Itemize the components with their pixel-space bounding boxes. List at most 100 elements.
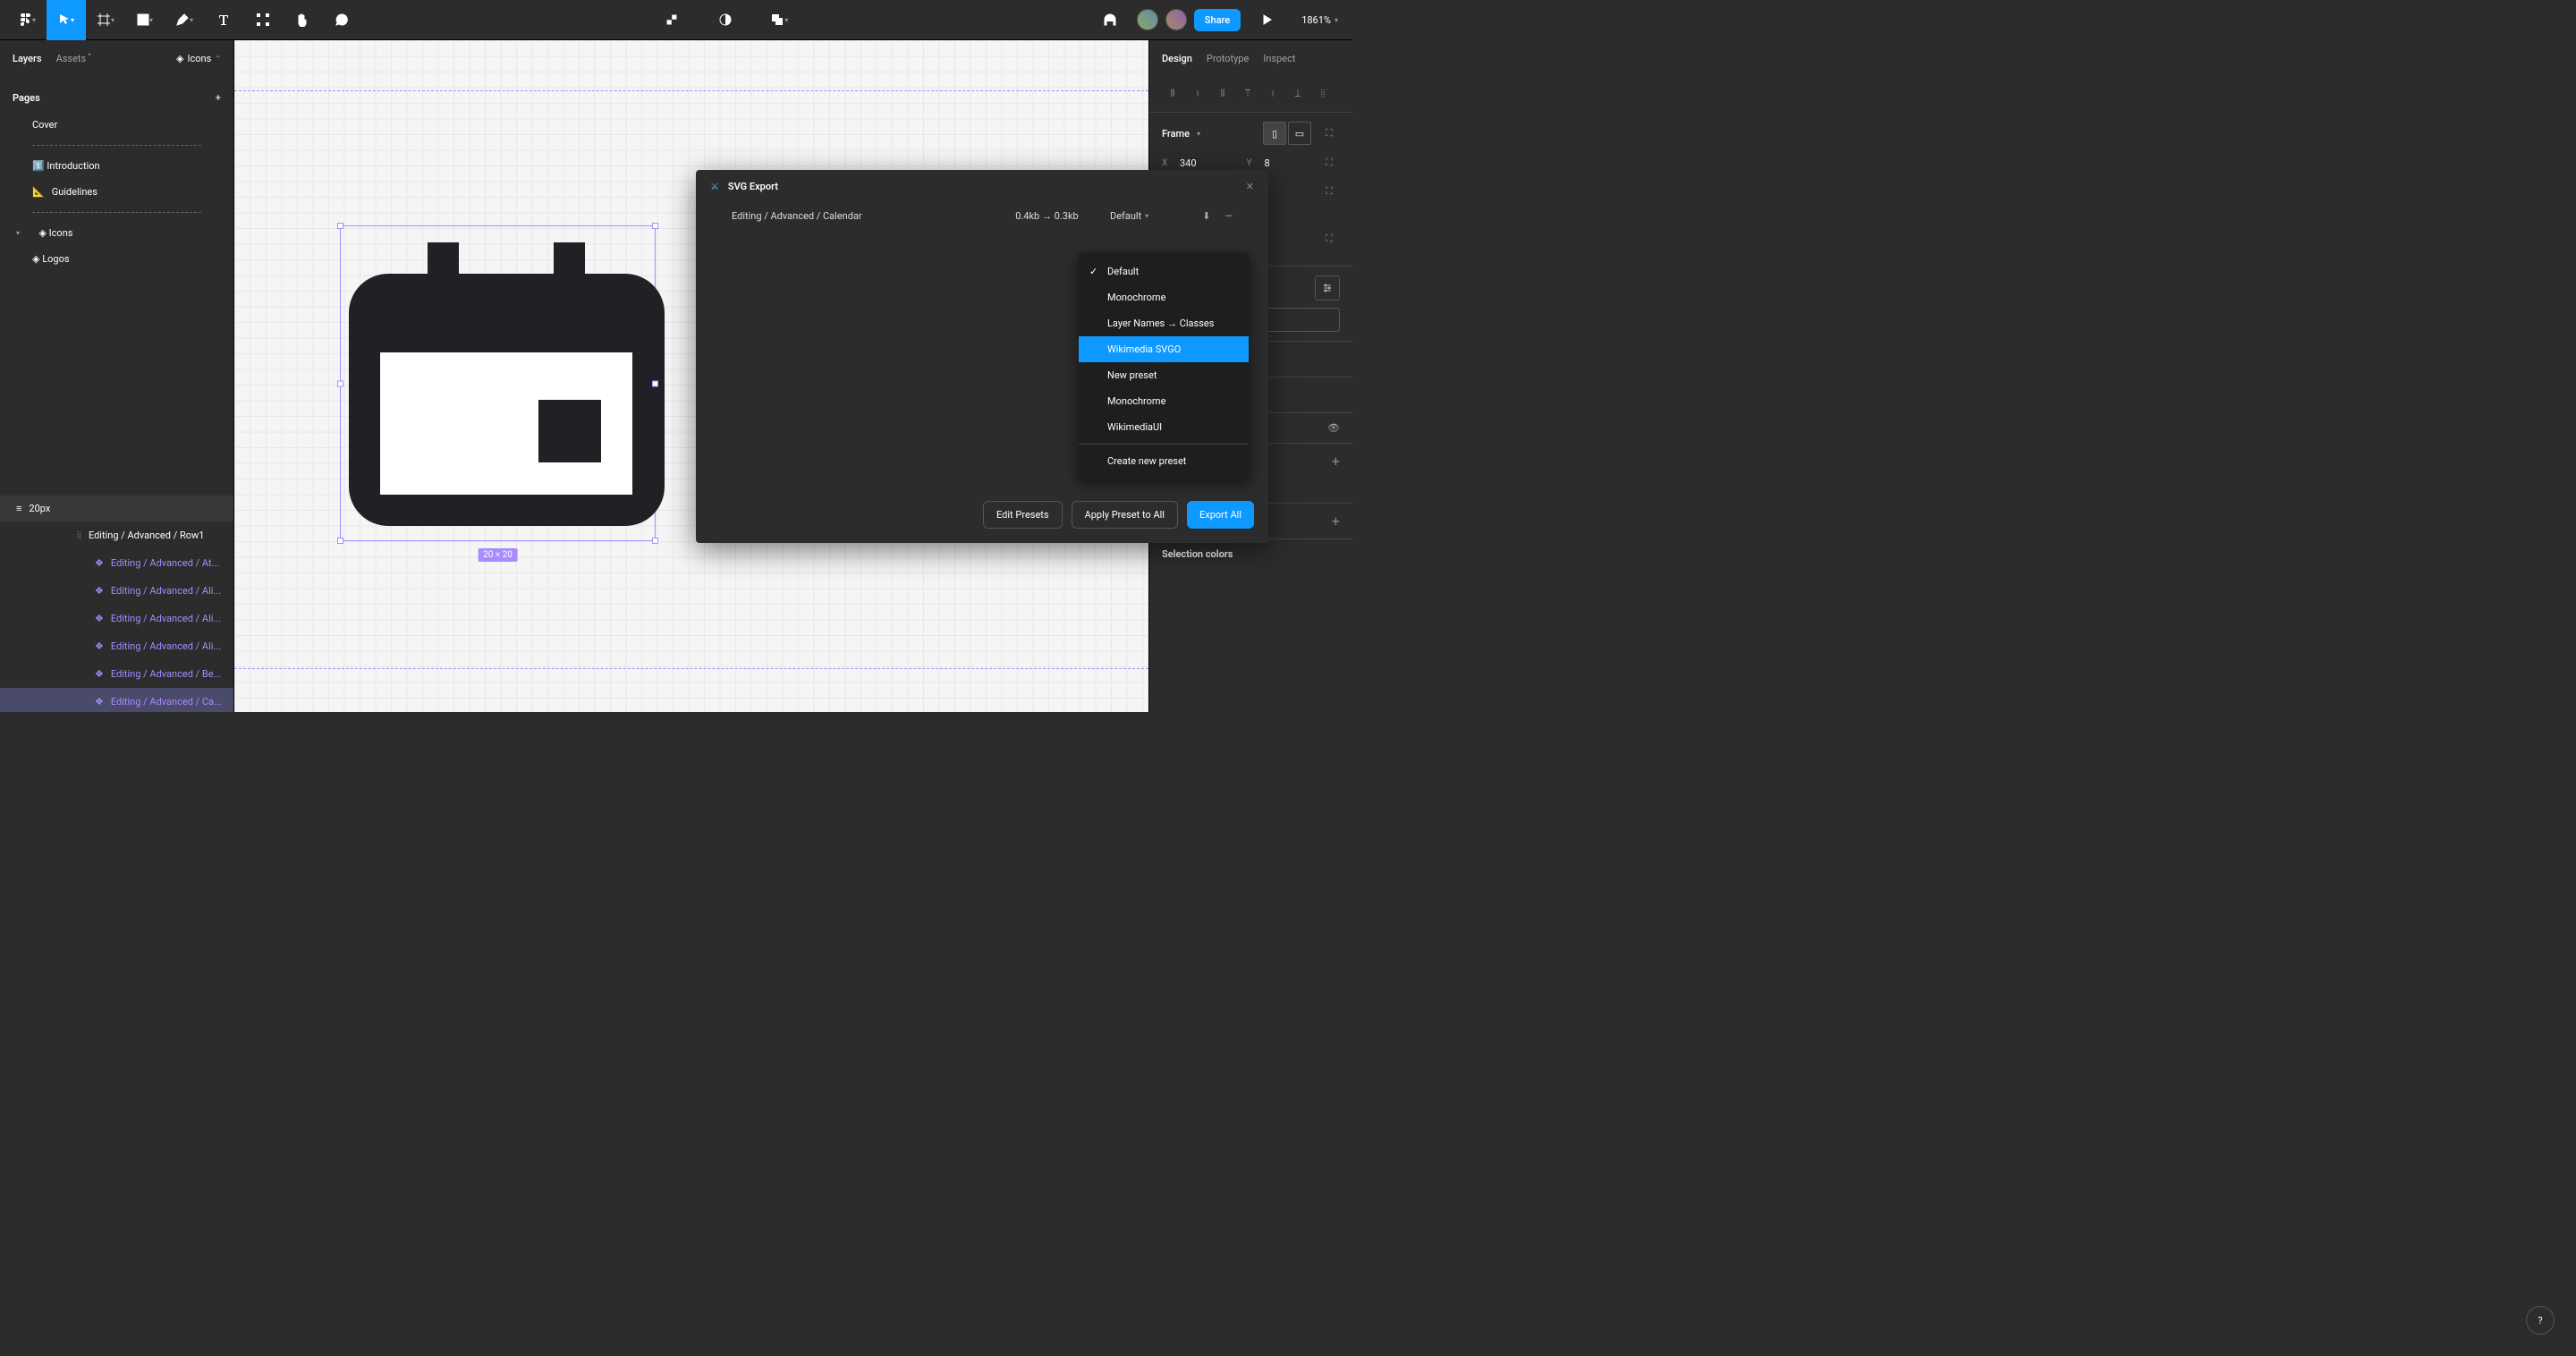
chevron-down-icon: ▾ xyxy=(16,229,20,237)
preset-item-default[interactable]: Default xyxy=(1079,258,1249,284)
tab-prototype[interactable]: Prototype xyxy=(1207,53,1249,64)
export-all-button[interactable]: Export All xyxy=(1187,501,1254,529)
comment-tool-button[interactable] xyxy=(322,0,361,40)
flip-icon[interactable]: ⛶ xyxy=(1318,181,1340,202)
modal-header: ⚔ SVG Export ✕ xyxy=(696,170,1268,203)
tab-design[interactable]: Design xyxy=(1162,53,1192,64)
y-value[interactable]: 8 xyxy=(1265,157,1270,169)
component-icon: ❖ xyxy=(95,696,104,708)
tab-layers[interactable]: Layers xyxy=(13,53,42,64)
layer-row[interactable]: ⦙⦙Editing / Advanced / Row1 xyxy=(0,521,233,549)
align-right-icon[interactable]: ⦀ xyxy=(1212,83,1233,105)
page-icons[interactable]: ▾ ◈ Icons xyxy=(13,220,221,246)
plugin-icon: ⚔ xyxy=(710,181,719,192)
page-selector-label: Icons xyxy=(188,53,212,64)
orientation-landscape-button[interactable]: ▭ xyxy=(1288,122,1311,145)
tab-inspect[interactable]: Inspect xyxy=(1263,53,1295,64)
text-tool-button[interactable] xyxy=(204,0,243,40)
x-value[interactable]: 340 xyxy=(1180,157,1197,169)
page-introduction[interactable]: 1️⃣ Introduction xyxy=(13,153,221,179)
corner-icon[interactable]: ⛶ xyxy=(1318,228,1340,250)
layer-component-selected[interactable]: ❖Editing / Advanced / Ca... xyxy=(0,688,233,712)
list-icon: ≡ xyxy=(16,503,21,514)
figma-menu-button[interactable]: ▾ xyxy=(7,0,47,40)
move-tool-button[interactable]: ▾ xyxy=(47,0,86,40)
preset-item-monochrome[interactable]: Monochrome xyxy=(1079,284,1249,310)
pen-tool-button[interactable]: ▾ xyxy=(165,0,204,40)
component-icon: ❖ xyxy=(95,585,104,597)
selection-colors-section: Selection colors xyxy=(1149,539,1352,569)
page-cover[interactable]: Cover xyxy=(13,112,221,138)
x-label: X xyxy=(1162,158,1174,168)
resize-handle[interactable] xyxy=(337,380,343,386)
preset-item-create-new[interactable]: Create new preset xyxy=(1079,448,1249,474)
selection-frame[interactable]: 20 × 20 xyxy=(340,225,656,541)
align-hcenter-icon[interactable]: ⟊ xyxy=(1187,83,1208,105)
help-button[interactable]: ? xyxy=(2526,1306,2555,1335)
hand-tool-button[interactable] xyxy=(283,0,322,40)
layer-component[interactable]: ❖Editing / Advanced / At... xyxy=(0,549,233,577)
present-button[interactable] xyxy=(1248,0,1287,40)
preset-dropdown-button[interactable]: Default ▾ xyxy=(1110,210,1148,222)
preset-menu: Default Monochrome Layer Names → Classes… xyxy=(1079,253,1249,479)
avatar-2[interactable] xyxy=(1165,9,1187,30)
modal-title: SVG Export xyxy=(728,181,1237,192)
frame-tool-button[interactable]: ▾ xyxy=(86,0,125,40)
mask-icon[interactable] xyxy=(706,0,745,40)
frame-header[interactable]: ≡20px xyxy=(0,496,233,521)
boolean-icon[interactable]: ▾ xyxy=(759,0,799,40)
collapse-icon[interactable]: — xyxy=(1224,210,1233,222)
preset-item-monochrome-2[interactable]: Monochrome xyxy=(1079,388,1249,414)
shape-tool-button[interactable]: ▾ xyxy=(125,0,165,40)
layer-component[interactable]: ❖Editing / Advanced / Ali... xyxy=(0,632,233,660)
layer-component[interactable]: ❖Editing / Advanced / Ali... xyxy=(0,605,233,632)
headphones-icon[interactable] xyxy=(1090,0,1130,40)
zoom-level[interactable]: 1861%▾ xyxy=(1294,14,1345,26)
right-panel-tabs: Design Prototype Inspect xyxy=(1149,40,1352,76)
page-logos[interactable]: ◈ Logos xyxy=(13,246,221,272)
tab-assets[interactable]: Assets xyxy=(56,53,87,64)
add-stroke-button[interactable]: + xyxy=(1332,513,1340,530)
add-page-button[interactable]: + xyxy=(216,92,221,104)
guide-line xyxy=(234,90,1148,91)
layer-component[interactable]: ❖Editing / Advanced / Ali... xyxy=(0,577,233,605)
align-bottom-icon[interactable]: ⟘ xyxy=(1287,83,1309,105)
export-path: Editing / Advanced / Calendar xyxy=(732,210,984,222)
pages-title: Pages xyxy=(13,92,40,104)
align-vcenter-icon[interactable]: ⟊ xyxy=(1262,83,1284,105)
download-icon[interactable]: ⬇ xyxy=(1202,210,1210,222)
preset-item-layer-names[interactable]: Layer Names → Classes xyxy=(1079,310,1249,336)
apply-preset-all-button[interactable]: Apply Preset to All xyxy=(1072,501,1178,529)
y-label: Y xyxy=(1247,158,1259,168)
align-left-icon[interactable]: ⦀ xyxy=(1162,83,1183,105)
orientation-portrait-button[interactable]: ▯ xyxy=(1263,122,1286,145)
avatar-1[interactable] xyxy=(1137,9,1158,30)
close-button[interactable]: ✕ xyxy=(1246,181,1254,192)
edit-presets-button[interactable]: Edit Presets xyxy=(983,501,1063,529)
resize-handle[interactable] xyxy=(652,223,658,229)
share-button[interactable]: Share xyxy=(1194,9,1241,31)
visibility-icon[interactable]: 👁 xyxy=(1327,422,1340,434)
component-icon: ❖ xyxy=(95,613,104,624)
add-fill-button[interactable]: + xyxy=(1332,453,1340,470)
pages-header: Pages + xyxy=(13,83,221,112)
resize-handle[interactable] xyxy=(337,223,343,229)
resources-button[interactable] xyxy=(243,0,283,40)
resize-handle[interactable] xyxy=(337,538,343,544)
preset-item-wikimediaui[interactable]: WikimediaUI xyxy=(1079,414,1249,440)
settings-button[interactable] xyxy=(1315,275,1340,301)
constrain-icon[interactable]: ⛶ xyxy=(1318,152,1340,174)
modal-footer: Edit Presets Apply Preset to All Export … xyxy=(696,487,1268,543)
distribute-icon[interactable]: ⦙⦙ xyxy=(1312,83,1334,105)
page-divider xyxy=(32,212,201,213)
fit-icon[interactable]: ⛶ xyxy=(1318,123,1340,144)
resize-handle[interactable] xyxy=(652,380,658,386)
resize-handle[interactable] xyxy=(652,538,658,544)
layer-component[interactable]: ❖Editing / Advanced / Be... xyxy=(0,660,233,688)
page-guidelines[interactable]: 📐📐 GuidelinesGuidelines xyxy=(13,179,221,205)
page-selector[interactable]: ◈ Icons ⌃ xyxy=(176,53,221,64)
component-icon[interactable] xyxy=(652,0,691,40)
preset-item-wikimedia-svgo[interactable]: Wikimedia SVGO xyxy=(1079,336,1249,362)
align-top-icon[interactable]: ⟙ xyxy=(1237,83,1258,105)
preset-item-new-preset[interactable]: New preset xyxy=(1079,362,1249,388)
